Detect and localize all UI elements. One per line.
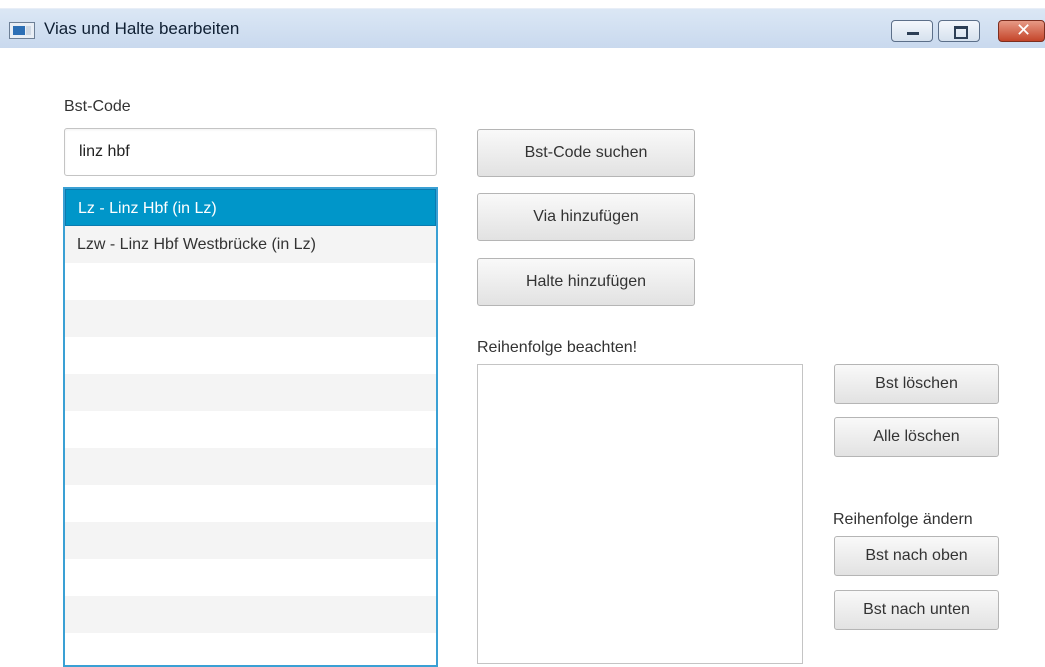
empty-list-row: [65, 337, 436, 374]
empty-list-row: [65, 559, 436, 596]
change-order-label: Reihenfolge ändern: [833, 511, 973, 528]
list-item-label: Lz - Linz Hbf (in Lz): [78, 200, 217, 217]
order-list[interactable]: [477, 364, 803, 664]
bst-code-label: Bst-Code: [64, 98, 131, 115]
delete-all-button[interactable]: Alle löschen: [834, 417, 999, 457]
bst-code-input[interactable]: [64, 128, 437, 176]
list-item-label: Lzw - Linz Hbf Westbrücke (in Lz): [77, 236, 316, 253]
empty-list-row: [65, 485, 436, 522]
window-title: Vias und Halte bearbeiten: [44, 19, 240, 38]
empty-list-row: [65, 633, 436, 665]
empty-list-row: [65, 596, 436, 633]
result-list[interactable]: Lz - Linz Hbf (in Lz) Lzw - Linz Hbf Wes…: [63, 187, 438, 667]
empty-list-row: [65, 263, 436, 300]
move-up-button[interactable]: Bst nach oben: [834, 536, 999, 576]
empty-list-row: [65, 411, 436, 448]
empty-list-row: [65, 522, 436, 559]
app-icon: [9, 22, 35, 39]
close-button[interactable]: ✕: [998, 20, 1045, 42]
delete-stop-button[interactable]: Bst löschen: [834, 364, 999, 404]
maximize-icon: [954, 26, 968, 39]
minimize-button[interactable]: [891, 20, 933, 42]
close-icon: ✕: [1016, 20, 1032, 41]
minimize-icon: [907, 32, 919, 35]
empty-list-row: [65, 374, 436, 411]
empty-list-row: [65, 300, 436, 337]
list-item[interactable]: Lz - Linz Hbf (in Lz): [65, 189, 436, 226]
order-hint-label: Reihenfolge beachten!: [477, 339, 638, 356]
add-stop-button[interactable]: Halte hinzufügen: [477, 258, 695, 306]
list-item[interactable]: Lzw - Linz Hbf Westbrücke (in Lz): [65, 226, 436, 263]
search-bst-code-button[interactable]: Bst-Code suchen: [477, 129, 695, 177]
maximize-button[interactable]: [938, 20, 980, 42]
add-via-button[interactable]: Via hinzufügen: [477, 193, 695, 241]
title-bar[interactable]: Vias und Halte bearbeiten ✕: [0, 8, 1045, 48]
empty-list-row: [65, 448, 436, 485]
move-down-button[interactable]: Bst nach unten: [834, 590, 999, 630]
